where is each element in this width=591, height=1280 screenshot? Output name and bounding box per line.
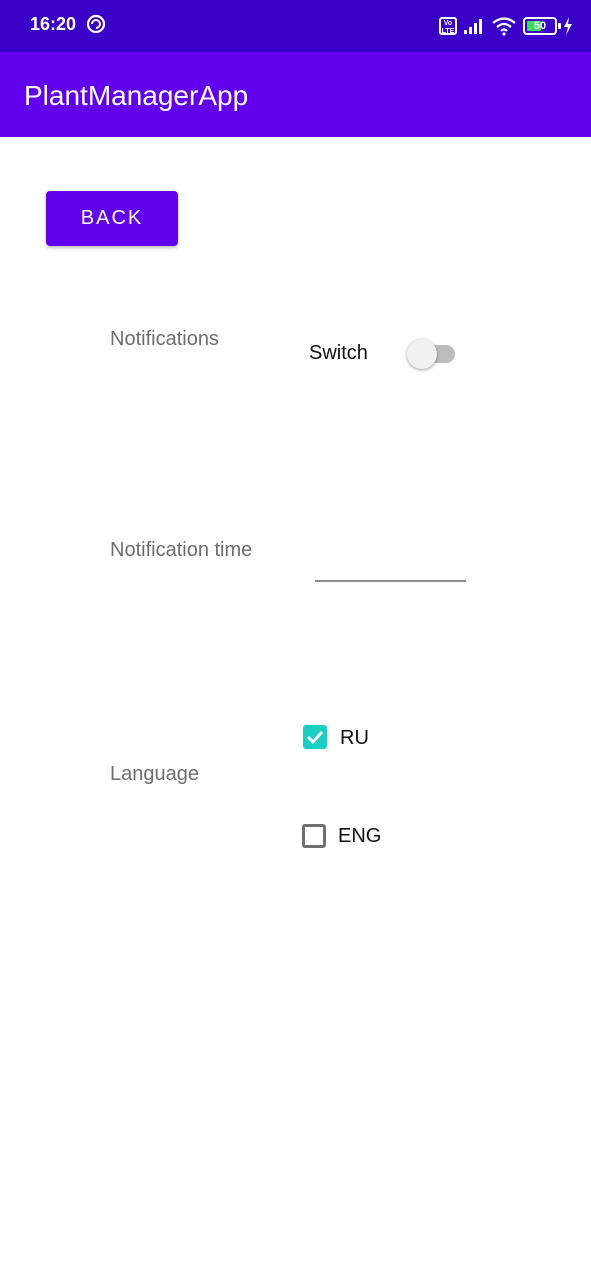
app-title: PlantManagerApp xyxy=(24,80,249,111)
notification-time-label: Notification time xyxy=(110,539,253,561)
status-time: 16:20 xyxy=(30,14,77,34)
battery-level: 50 xyxy=(533,20,547,32)
checkmark-icon xyxy=(306,730,324,745)
ru-label[interactable]: RU xyxy=(340,727,369,750)
language-label: Language xyxy=(110,763,199,785)
ru-checkbox[interactable] xyxy=(303,725,327,749)
eng-checkbox[interactable] xyxy=(302,824,326,848)
charging-icon xyxy=(564,17,572,35)
wifi-icon xyxy=(492,17,516,36)
status-bar: 16:20 Vo LTE 50 xyxy=(0,0,591,52)
app-bar: PlantManagerApp xyxy=(0,52,591,137)
battery-icon: 50 xyxy=(523,17,561,35)
notifications-label: Notifications xyxy=(110,328,219,350)
volte-icon: Vo LTE xyxy=(439,17,457,35)
notification-time-input[interactable] xyxy=(315,540,466,582)
switch-label: Switch xyxy=(309,342,368,364)
notifications-switch[interactable] xyxy=(407,339,457,369)
eng-label[interactable]: ENG xyxy=(338,825,381,848)
back-button[interactable]: BACK xyxy=(46,191,178,246)
signal-icon xyxy=(464,19,482,34)
switch-thumb xyxy=(407,339,437,369)
status-icons: Vo LTE 50 xyxy=(439,14,573,38)
sync-icon xyxy=(86,14,106,34)
